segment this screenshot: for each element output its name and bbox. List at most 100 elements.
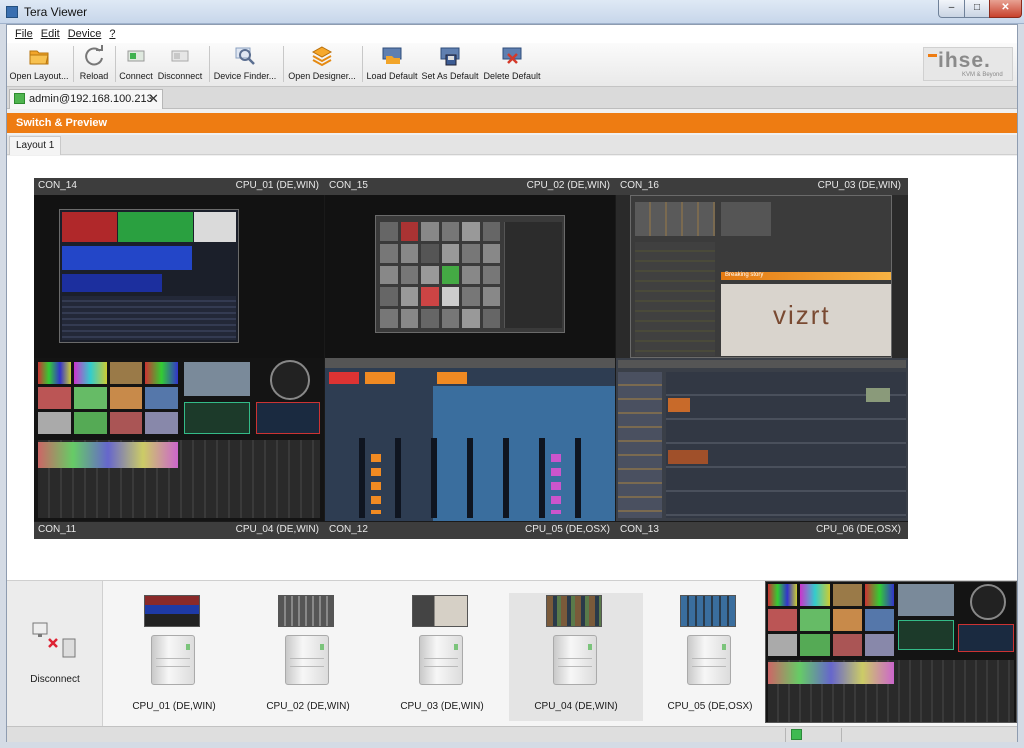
cpu-name: CPU_01 (DE,WIN) (235, 180, 319, 191)
toolbar-divider (209, 46, 210, 82)
cpu-name: CPU_04 (DE,WIN) (235, 524, 319, 535)
vizrt-logo-text: vizrt (773, 300, 831, 330)
cpu-thumbnail (144, 595, 200, 627)
console-label-cell: CON_16 CPU_03 (DE,WIN) (616, 180, 907, 193)
connect-button[interactable]: Connect (118, 45, 154, 85)
disconnect-tile[interactable]: Disconnect (7, 581, 103, 727)
console-label-cell: CON_11 CPU_04 (DE,WIN) (34, 524, 325, 537)
menu-device[interactable]: Device (68, 28, 102, 40)
console-label-cell: CON_15 CPU_02 (DE,WIN) (325, 180, 616, 193)
cpu-card[interactable]: CPU_02 (DE,WIN) (241, 593, 375, 721)
minimize-button[interactable]: – (938, 0, 965, 18)
connection-status-indicator (791, 729, 802, 740)
open-designer-label: Open Designer... (288, 71, 356, 81)
title-bar: Tera Viewer – □ ✕ (0, 0, 1024, 24)
load-default-label: Load Default (366, 71, 418, 81)
section-title: Switch & Preview (7, 113, 1017, 133)
console-name: CON_14 (38, 180, 77, 191)
console-label-cell: CON_12 CPU_05 (DE,OSX) (325, 524, 616, 537)
close-window-button[interactable]: ✕ (989, 0, 1022, 18)
session-tab-bar: admin@192.168.100.213 ✕ (7, 87, 1017, 109)
load-default-button[interactable]: Load Default (366, 45, 418, 85)
disconnect-icon (171, 50, 189, 62)
cpu-name: CPU_02 (DE,WIN) (526, 180, 610, 191)
breaking-news-text: Breaking story (725, 272, 764, 278)
server-icon (151, 635, 195, 685)
set-as-default-button[interactable]: Set As Default (420, 45, 480, 85)
save-default-icon (440, 47, 460, 66)
app-icon (6, 6, 18, 18)
cpu-label: CPU_02 (DE,WIN) (266, 701, 350, 712)
cpu-card[interactable]: CPU_05 (DE,OSX) (643, 593, 777, 721)
window-title: Tera Viewer (24, 5, 88, 19)
reload-icon (85, 45, 103, 66)
cpu-card[interactable]: CPU_01 (DE,WIN) (107, 593, 241, 721)
cpu-name: CPU_05 (DE,OSX) (524, 524, 610, 535)
delete-default-button[interactable]: Delete Default (482, 45, 542, 85)
logo-mark (928, 54, 937, 57)
preview-tile-con12[interactable] (325, 358, 615, 521)
toolbar-divider (283, 46, 284, 82)
toolbar-divider (362, 46, 363, 82)
device-finder-label: Device Finder... (213, 71, 277, 81)
bottom-label-row: CON_11 CPU_04 (DE,WIN) CON_12 CPU_05 (DE… (34, 522, 908, 539)
server-icon (419, 635, 463, 685)
load-default-icon (382, 47, 402, 64)
top-label-row: CON_14 CPU_01 (DE,WIN) CON_15 CPU_02 (DE… (34, 178, 908, 195)
console-name: CON_15 (329, 180, 368, 191)
open-layout-button[interactable]: Open Layout... (9, 45, 69, 85)
open-designer-button[interactable]: Open Designer... (287, 45, 357, 85)
reload-button[interactable]: Reload (77, 45, 111, 85)
logo-tagline: KVM & Beyond (962, 72, 1003, 78)
cpu-card[interactable]: CPU_03 (DE,WIN) (375, 593, 509, 721)
console-label-cell: CON_13 CPU_06 (DE,OSX) (616, 524, 907, 537)
app-client-area: File Edit Device ? Open Layout... Reload (6, 24, 1018, 742)
disconnect-button[interactable]: Disconnect (157, 45, 203, 85)
menu-edit[interactable]: Edit (41, 28, 60, 40)
disconnect-label: Disconnect (30, 674, 80, 685)
toolbar-divider (115, 46, 116, 82)
console-name: CON_13 (620, 524, 659, 535)
close-tab-icon[interactable]: ✕ (148, 91, 159, 107)
server-icon (285, 635, 329, 685)
menu-help[interactable]: ? (109, 28, 115, 40)
preview-tile-con11[interactable] (34, 358, 324, 521)
cpu-thumbnail (278, 595, 334, 627)
preview-tile-con16[interactable]: Breaking story vizrt (616, 195, 908, 358)
toolbar-divider (73, 46, 74, 82)
session-tab[interactable]: admin@192.168.100.213 ✕ (9, 89, 163, 109)
ihse-logo: ihse. KVM & Beyond (923, 47, 1013, 81)
cpu-card-selected[interactable]: CPU_04 (DE,WIN) (509, 593, 643, 721)
menu-file[interactable]: File (15, 28, 33, 40)
preview-tile-con14[interactable] (34, 195, 324, 358)
tab-layout-1[interactable]: Layout 1 (9, 136, 62, 155)
console-name: CON_11 (38, 524, 77, 535)
cpu-name: CPU_03 (DE,WIN) (817, 180, 901, 191)
cpu-name: CPU_06 (DE,OSX) (815, 524, 901, 535)
cpu-label: CPU_05 (DE,OSX) (667, 701, 753, 712)
connection-status-icon (14, 93, 25, 104)
server-icon (687, 635, 731, 685)
connect-label: Connect (119, 71, 153, 81)
layout-tab-bar: Layout 1 (7, 135, 1017, 155)
preview-tile-con13[interactable] (616, 358, 908, 521)
device-finder-button[interactable]: Device Finder... (213, 45, 277, 85)
delete-default-icon (502, 47, 522, 64)
delete-default-label: Delete Default (483, 71, 541, 81)
menu-bar: File Edit Device ? (7, 25, 1017, 43)
preview-grid: CON_14 CPU_01 (DE,WIN) CON_15 CPU_02 (DE… (34, 178, 908, 539)
maximize-button[interactable]: □ (964, 0, 990, 18)
set-as-default-label: Set As Default (421, 71, 479, 81)
logo-text: ihse. (938, 49, 991, 72)
hover-preview (765, 581, 1017, 723)
console-label-cell: CON_14 CPU_01 (DE,WIN) (34, 180, 325, 193)
cpu-selector-panel: Disconnect CPU_01 (DE,WIN) CPU_02 (DE,WI… (7, 580, 1017, 727)
server-icon (553, 635, 597, 685)
cpu-label: CPU_04 (DE,WIN) (534, 701, 618, 712)
status-divider (785, 728, 786, 742)
cpu-thumbnail (412, 595, 468, 627)
cpu-label: CPU_03 (DE,WIN) (400, 701, 484, 712)
toolbar: Open Layout... Reload Connect Disconnect (7, 43, 1017, 87)
preview-tile-con15[interactable] (325, 195, 615, 358)
connect-icon (127, 50, 145, 62)
